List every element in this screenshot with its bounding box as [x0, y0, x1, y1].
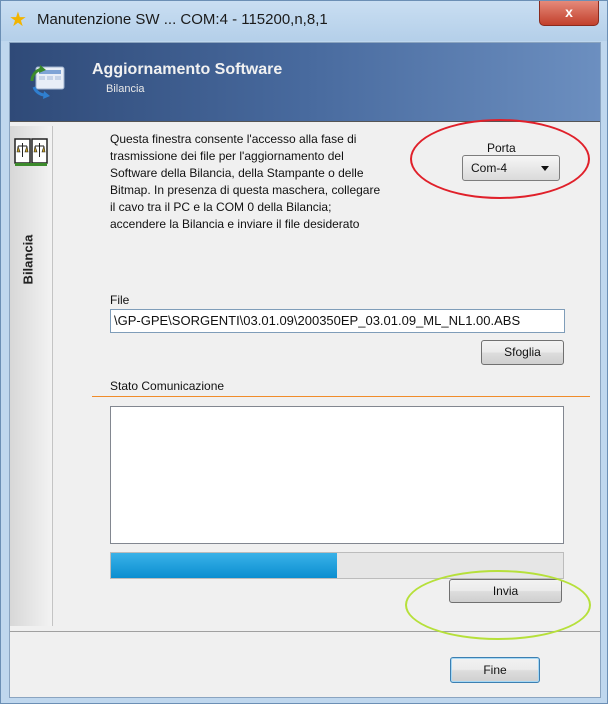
- finish-button[interactable]: Fine: [450, 657, 540, 683]
- description-line: accendere la Bilancia e inviare il file …: [110, 217, 360, 231]
- file-label: File: [110, 293, 130, 307]
- close-button[interactable]: x: [539, 1, 599, 26]
- scale-manual-icon: [14, 138, 48, 166]
- description-line: il cavo tra il PC e la COM 0 della Bilan…: [110, 200, 332, 214]
- stato-label: Stato Comunicazione: [110, 379, 225, 393]
- sidebar: Bilancia: [10, 126, 53, 626]
- communication-log[interactable]: [110, 406, 564, 544]
- progress-fill: [111, 553, 337, 578]
- section-divider: [92, 396, 590, 397]
- software-update-icon: [30, 65, 65, 99]
- description-line: Bitmap. In presenza di questa maschera, …: [110, 183, 381, 197]
- header-subtitle: Bilancia: [106, 83, 145, 95]
- description-text: Questa finestra consente l'accesso alla …: [110, 131, 460, 233]
- star-icon: ★: [9, 9, 27, 31]
- file-path-input[interactable]: \GP-GPE\SORGENTI\03.01.09\200350EP_03.01…: [110, 309, 565, 333]
- description-line: trasmissione dei file per l'aggiornament…: [110, 149, 344, 163]
- sidebar-label: Bilancia: [20, 234, 36, 285]
- title-bar[interactable]: ★ Manutenzione SW ... COM:4 - 115200,n,8…: [1, 1, 607, 41]
- main-window: ★ Manutenzione SW ... COM:4 - 115200,n,8…: [0, 0, 608, 704]
- dialog-header: Aggiornamento Software Bilancia: [10, 43, 600, 122]
- description-line: Questa finestra consente l'accesso alla …: [110, 132, 357, 146]
- porta-highlight-circle: [410, 119, 590, 199]
- description-line: Software della Bilancia, della Stampante…: [110, 166, 364, 180]
- header-title: Aggiornamento Software: [92, 61, 283, 78]
- window-title: Manutenzione SW ... COM:4 - 115200,n,8,1: [37, 11, 328, 28]
- close-icon: x: [565, 4, 573, 20]
- browse-button[interactable]: Sfoglia: [481, 340, 564, 365]
- invia-highlight-circle: [405, 570, 591, 640]
